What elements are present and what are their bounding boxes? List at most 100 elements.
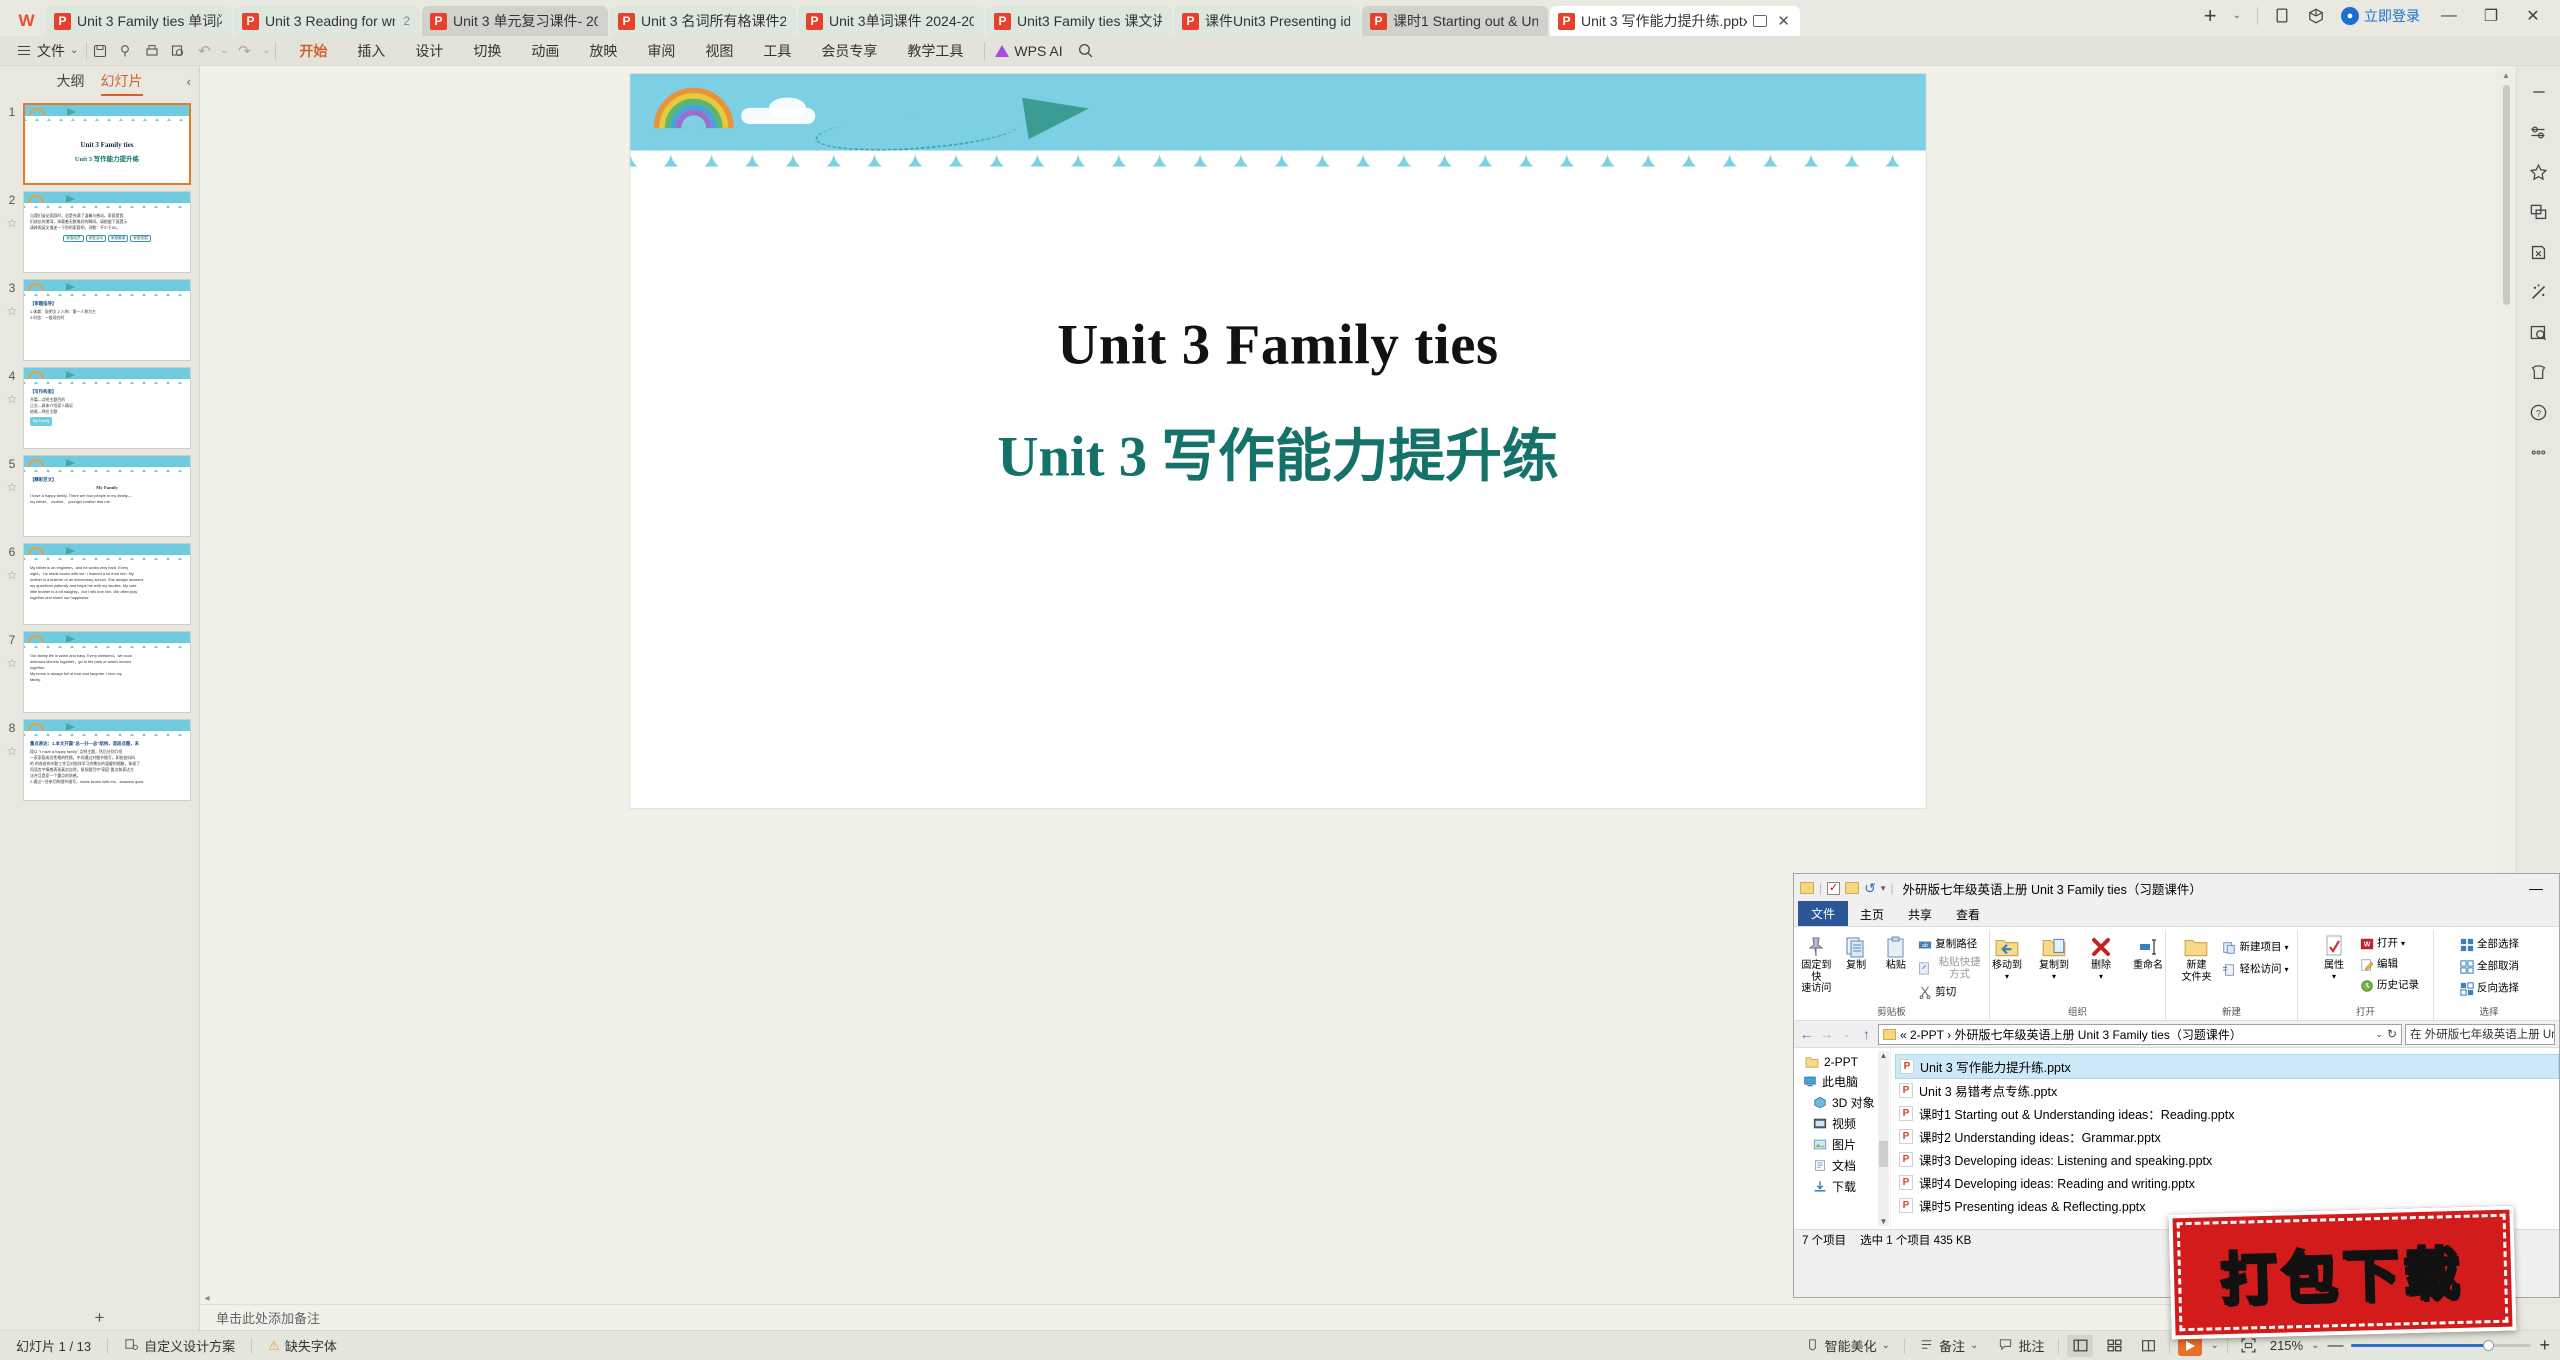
address-input[interactable]: « 2-PPT › 外研版七年级英语上册 Unit 3 Family ties（… bbox=[1878, 1023, 2402, 1045]
nav-item[interactable]: 文档 bbox=[1800, 1155, 1890, 1176]
thumbnail-row[interactable]: 6 ☆ My father is an engineer，and he works … bbox=[0, 540, 199, 628]
delete-button[interactable]: 删除 ▾ bbox=[2079, 930, 2123, 981]
ribbon-tab-切换[interactable]: 切换 bbox=[458, 38, 516, 64]
undo-dropdown-icon[interactable]: ⌄ bbox=[217, 40, 231, 62]
missing-font-warning[interactable]: ⚠ 缺失字体 bbox=[262, 1336, 343, 1355]
select-none-button[interactable]: 全部取消 bbox=[2459, 957, 2519, 974]
window-close-button[interactable]: ✕ bbox=[2520, 6, 2546, 26]
thumbnail-row[interactable]: 3 ☆ 【审题指导】 1.体裁：说明文 2.人称：第一人称为主 3.时态：一般现在时 bbox=[0, 276, 199, 364]
favorite-star-icon[interactable]: ☆ bbox=[7, 744, 18, 758]
new-item-button[interactable]: 新建项目 ▾ bbox=[2221, 938, 2289, 955]
nav-item[interactable]: 视频 bbox=[1800, 1113, 1890, 1134]
template-icon[interactable] bbox=[2522, 352, 2556, 392]
back-icon[interactable]: ← bbox=[1798, 1026, 1815, 1042]
quick-access-more-icon[interactable]: ⌄ bbox=[257, 40, 275, 62]
new-folder-button[interactable]: 新建 文件夹 bbox=[2174, 930, 2218, 983]
new-tab-button[interactable]: + bbox=[2204, 3, 2217, 29]
document-tab[interactable]: P Unit 3单词课件 2024-2025学年外研 bbox=[798, 6, 984, 36]
scroll-up-icon[interactable]: ▲ bbox=[1878, 1051, 1889, 1060]
thumbnail-row[interactable]: 7 ☆ Our family life is warm and easy. Ever… bbox=[0, 628, 199, 716]
magic-wand-icon[interactable] bbox=[2522, 272, 2556, 312]
document-tab[interactable]: P Unit 3 名词所有格课件2024-2025学 bbox=[610, 6, 796, 36]
undo-icon[interactable]: ↺ bbox=[1864, 880, 1876, 897]
slide-thumbnail[interactable]: 【审题指导】 1.体裁：说明文 2.人称：第一人称为主 3.时态：一般现在时 bbox=[23, 279, 191, 361]
thumbnail-row[interactable]: 5 ☆ 【精彩范文】 My Family I have a happy family. … bbox=[0, 452, 199, 540]
slide-thumbnail[interactable]: 【写作构思】 开篇—点明主题目的 正文—具体介绍家人情况 结尾—呼应主题 My Fami… bbox=[23, 367, 191, 449]
nav-scrollbar[interactable]: ▲ ▼ bbox=[1878, 1051, 1889, 1226]
scroll-up-icon[interactable]: ▴ bbox=[2504, 70, 2509, 81]
explorer-minimize-button[interactable]: — bbox=[2529, 880, 2553, 896]
smart-beautify-button[interactable]: 智能美化 ⌄ bbox=[1799, 1336, 1896, 1355]
collapse-icon[interactable] bbox=[2522, 72, 2556, 112]
favorite-star-icon[interactable]: ☆ bbox=[7, 568, 18, 582]
chevron-down-icon[interactable]: ▾ bbox=[2401, 939, 2405, 948]
collapse-pane-button[interactable]: ‹ bbox=[187, 74, 191, 89]
explorer-tab-file[interactable]: 文件 bbox=[1798, 901, 1849, 926]
properties-button[interactable]: 属性 ▾ bbox=[2312, 930, 2356, 981]
explorer-tab-share[interactable]: 共享 bbox=[1896, 903, 1944, 926]
file-list-item[interactable]: P 课时4 Developing ideas: Reading and writi… bbox=[1895, 1171, 2559, 1194]
nav-item[interactable]: 下载 bbox=[1800, 1176, 1890, 1197]
history-button[interactable]: 历史记录 bbox=[2359, 976, 2419, 993]
open-button[interactable]: W 打开 ▾ bbox=[2359, 934, 2419, 951]
zoom-level-label[interactable]: 215% bbox=[2270, 1338, 2303, 1353]
reading-view-icon[interactable] bbox=[2135, 1335, 2161, 1357]
file-menu-button[interactable]: 文件 ⌄ bbox=[10, 41, 86, 61]
explorer-file-list[interactable]: P Unit 3 写作能力提升练.pptx P Unit 3 易错考点专练.pptx P… bbox=[1891, 1048, 2559, 1229]
image-search-icon[interactable] bbox=[2522, 312, 2556, 352]
tab-slides[interactable]: 幻灯片 bbox=[100, 71, 143, 96]
thumbnail-row[interactable]: 8 ☆ 重点表达：1.本文开篇“总—分—总”结构，首段点题，末 段以 "I have … bbox=[0, 716, 199, 804]
ribbon-tab-动画[interactable]: 动画 bbox=[516, 38, 574, 64]
cube-icon[interactable] bbox=[2307, 7, 2325, 25]
wps-logo-icon[interactable]: W bbox=[6, 6, 46, 36]
document-tab[interactable]: P 课时1 Starting out & Understand bbox=[1362, 6, 1548, 36]
slide-thumbnail[interactable]: 【精彩范文】 My Family I have a happy family. Th… bbox=[23, 455, 191, 537]
slide-sorter-icon[interactable] bbox=[2101, 1335, 2127, 1357]
document-tab[interactable]: P 课件Unit3 Presenting ideas Refle bbox=[1174, 6, 1360, 36]
favorite-star-icon[interactable]: ☆ bbox=[7, 480, 18, 494]
zoom-dropdown-icon[interactable]: ⌄ bbox=[2311, 1340, 2319, 1351]
paste-button[interactable]: 粘贴 bbox=[1878, 930, 1915, 972]
search-doc-icon[interactable] bbox=[113, 40, 139, 62]
forward-icon[interactable]: → bbox=[1818, 1026, 1835, 1042]
notes-button[interactable]: 备注 ⌄ bbox=[1913, 1336, 1984, 1355]
recent-locations-icon[interactable]: ⌄ bbox=[1838, 1029, 1855, 1040]
file-list-item[interactable]: P Unit 3 易错考点专练.pptx bbox=[1895, 1079, 2559, 1102]
edit-button[interactable]: 编辑 bbox=[2359, 955, 2419, 972]
ribbon-tab-工具[interactable]: 工具 bbox=[748, 38, 806, 64]
thumbnail-row[interactable]: 2 ☆ 当我们谈论家庭时，总是充满了温馨与感动。家庭是我 们成长的港湾，承载着无数美好… bbox=[0, 188, 199, 276]
scroll-down-icon[interactable]: ▼ bbox=[1878, 1217, 1889, 1226]
design-scheme-button[interactable]: 自定义设计方案 bbox=[118, 1336, 241, 1355]
slide-thumbnail[interactable]: My father is an engineer，and he works ve… bbox=[23, 543, 191, 625]
file-list-item[interactable]: P 课时2 Understanding ideas：Grammar.pptx bbox=[1895, 1125, 2559, 1148]
file-list-item[interactable]: P 课时1 Starting out & Understanding ideas：… bbox=[1895, 1102, 2559, 1125]
shape-merge-icon[interactable] bbox=[2522, 192, 2556, 232]
ribbon-tab-教学工具[interactable]: 教学工具 bbox=[892, 38, 978, 64]
easy-access-button[interactable]: 轻松访问 ▾ bbox=[2221, 960, 2289, 977]
explorer-tab-view[interactable]: 查看 bbox=[1944, 903, 1992, 926]
file-list-item[interactable]: P 课时3 Developing ideas: Listening and spe… bbox=[1895, 1148, 2559, 1171]
rename-button[interactable]: 重命名 bbox=[2126, 930, 2170, 972]
search-input[interactable]: 在 外研版七年级英语上册 Un bbox=[2405, 1023, 2555, 1045]
resources-icon[interactable] bbox=[2522, 232, 2556, 272]
zoom-slider[interactable] bbox=[2351, 1340, 2532, 1351]
fit-to-window-icon[interactable] bbox=[2236, 1335, 2262, 1357]
scroll-thumb[interactable] bbox=[1879, 1141, 1888, 1167]
comments-button[interactable]: 批注 bbox=[1992, 1336, 2050, 1355]
chevron-down-icon[interactable]: ▾ bbox=[2284, 965, 2288, 974]
slide-properties-icon[interactable] bbox=[2522, 112, 2556, 152]
thumbnail-row[interactable]: 1 Unit 3 Family ties Unit 3 写作能力提升练 bbox=[0, 100, 199, 188]
favorite-star-icon[interactable]: ☆ bbox=[7, 304, 18, 318]
move-to-button[interactable]: 移动到 ▾ bbox=[1985, 930, 2029, 981]
save-icon[interactable] bbox=[87, 40, 113, 62]
explorer-title-bar[interactable]: | ✓ ↺ ▾ | 外研版七年级英语上册 Unit 3 Family ties（… bbox=[1794, 874, 2559, 902]
notes-pane[interactable]: 单击此处添加备注 bbox=[200, 1304, 2496, 1330]
favorite-star-icon[interactable]: ☆ bbox=[7, 392, 18, 406]
redo-icon[interactable]: ↷ bbox=[231, 40, 257, 62]
wps-ai-button[interactable]: WPS AI bbox=[985, 43, 1072, 59]
undo-icon[interactable]: ↶ bbox=[191, 40, 217, 62]
normal-view-icon[interactable] bbox=[2067, 1334, 2094, 1357]
document-tab[interactable]: P Unit 3 写作能力提升练.pptx ✕ bbox=[1550, 6, 1800, 36]
refresh-icon[interactable]: ↻ bbox=[2387, 1027, 2397, 1041]
slide-thumbnail[interactable]: 重点表达：1.本文开篇“总—分—总”结构，首段点题，末 段以 "I have a … bbox=[23, 719, 191, 801]
